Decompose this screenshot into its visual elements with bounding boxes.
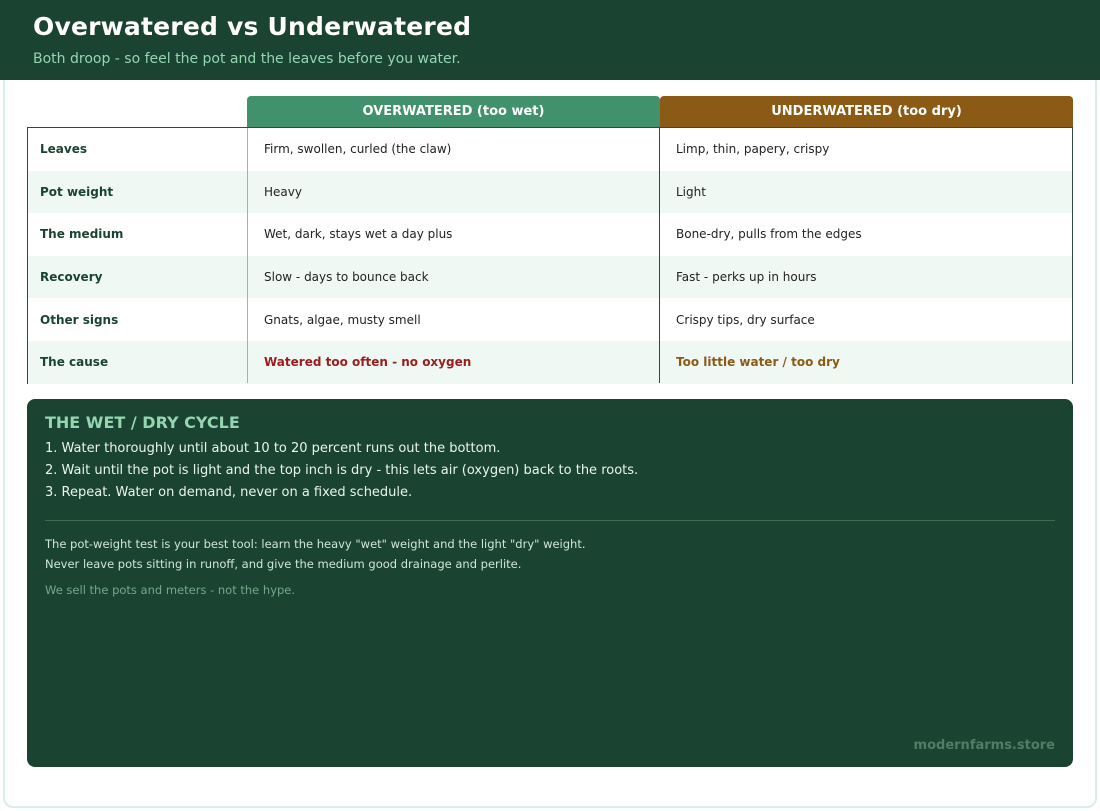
row-label: Other signs: [40, 312, 119, 327]
underwatered-cell: Light: [676, 184, 706, 199]
tagline: We sell the pots and meters - not the hy…: [45, 583, 296, 597]
cycle-title: THE WET / DRY CYCLE: [45, 413, 240, 432]
cycle-note: Never leave pots sitting in runoff, and …: [45, 557, 522, 571]
row-label: Recovery: [40, 270, 103, 285]
column-header-overwatered: OVERWATERED (too wet): [247, 96, 660, 127]
underwatered-cell: Limp, thin, papery, crispy: [676, 142, 830, 157]
table-row: The cause Watered too often - no oxygen …: [28, 341, 1072, 384]
table-row: Recovery Slow - days to bounce back Fast…: [28, 255, 1072, 299]
overwatered-cell: Wet, dark, stays wet a day plus: [264, 227, 453, 242]
cycle-step: 3. Repeat. Water on demand, never on a f…: [45, 485, 413, 500]
row-label: Pot weight: [40, 184, 114, 199]
row-label: The medium: [40, 227, 124, 242]
row-label: The cause: [40, 355, 109, 370]
column-header-underwatered: UNDERWATERED (too dry): [660, 96, 1073, 127]
wet-dry-cycle-panel: THE WET / DRY CYCLE 1. Water thoroughly …: [27, 399, 1073, 767]
underwatered-cause: Too little water / too dry: [676, 355, 840, 370]
table-row: Other signs Gnats, algae, musty smell Cr…: [28, 298, 1072, 341]
underwatered-cell: Bone-dry, pulls from the edges: [676, 227, 862, 242]
page-subtitle: Both droop - so feel the pot and the lea…: [33, 51, 461, 67]
underwatered-cell: Crispy tips, dry surface: [676, 312, 815, 327]
overwatered-cell: Heavy: [264, 184, 302, 199]
column-divider: [247, 128, 248, 383]
comparison-table: Leaves Firm, swollen, curled (the claw) …: [27, 127, 1073, 384]
table-row: The medium Wet, dark, stays wet a day pl…: [28, 213, 1072, 256]
cycle-note: The pot-weight test is your best tool: l…: [45, 537, 586, 551]
page-header: Overwatered vs Underwatered Both droop -…: [0, 0, 1100, 80]
overwatered-cause: Watered too often - no oxygen: [264, 355, 472, 370]
table-row: Pot weight Heavy Light: [28, 170, 1072, 214]
underwatered-cell: Fast - perks up in hours: [676, 270, 817, 285]
overwatered-cell: Gnats, algae, musty smell: [264, 312, 421, 327]
page-title: Overwatered vs Underwatered: [33, 12, 472, 41]
table-row: Leaves Firm, swollen, curled (the claw) …: [28, 128, 1072, 171]
panel-divider: [45, 520, 1055, 521]
row-label: Leaves: [40, 142, 87, 157]
cycle-step: 2. Wait until the pot is light and the t…: [45, 463, 639, 478]
cycle-step: 1. Water thoroughly until about 10 to 20…: [45, 441, 501, 456]
overwatered-cell: Firm, swollen, curled (the claw): [264, 142, 452, 157]
column-divider: [659, 128, 660, 383]
site-link[interactable]: modernfarms.store: [914, 738, 1055, 753]
overwatered-cell: Slow - days to bounce back: [264, 270, 429, 285]
